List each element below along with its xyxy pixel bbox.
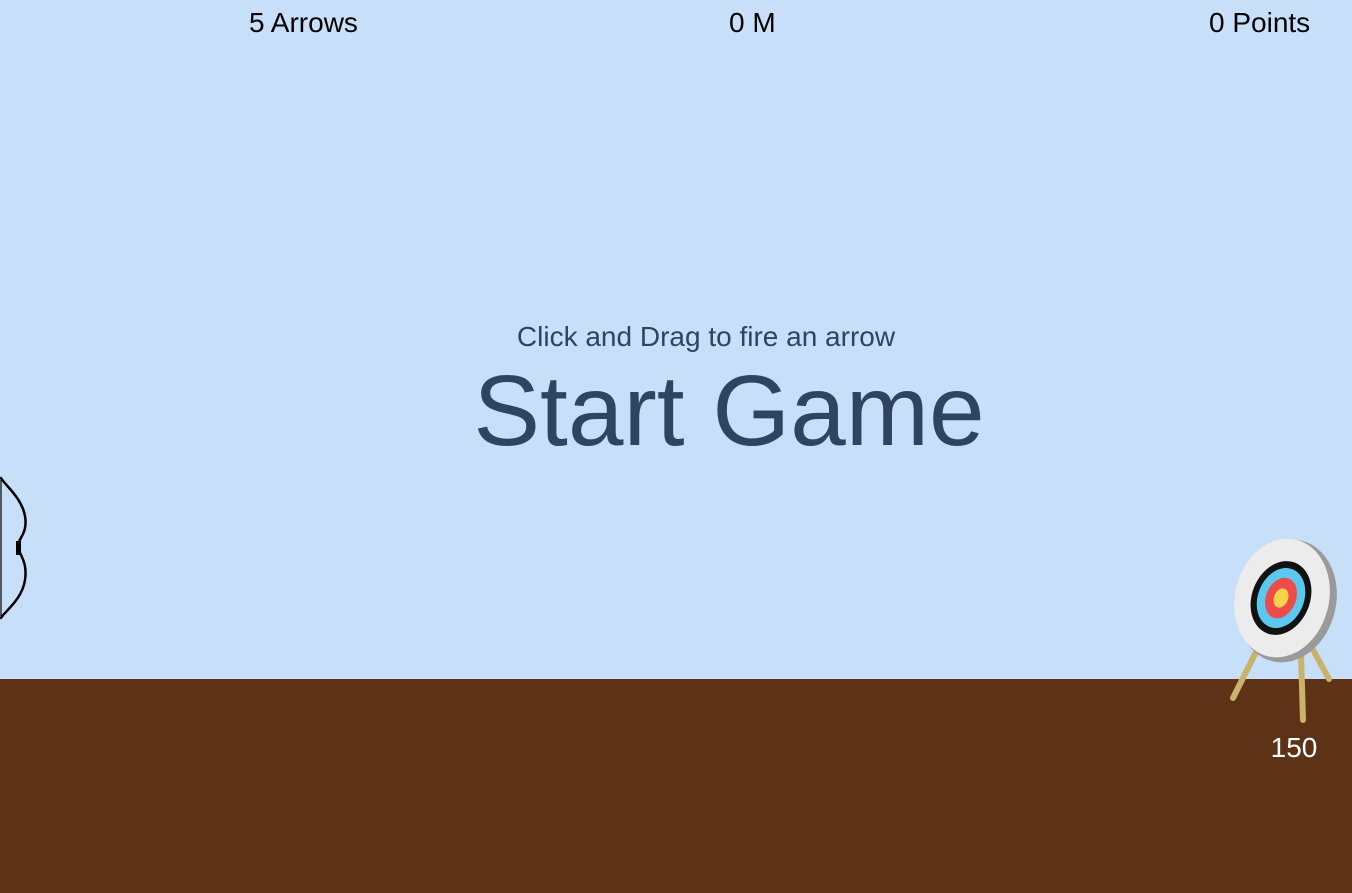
- target-leg-left: [1230, 647, 1260, 701]
- instructions-text: Click and Drag to fire an arrow: [516, 321, 896, 352]
- archery-target-icon: [1230, 538, 1337, 723]
- points-score: 0 Points: [1209, 7, 1311, 38]
- game-stage[interactable]: 5 Arrows 0 M 0 Points Click and Drag to …: [0, 0, 1352, 893]
- start-game-button[interactable]: Start Game: [470, 355, 988, 467]
- ground: [0, 679, 1352, 893]
- bow-icon[interactable]: [0, 476, 34, 622]
- distance-readout: 0 M: [729, 7, 776, 38]
- target-distance-label: 150: [1270, 732, 1318, 763]
- bow-grip: [16, 541, 21, 555]
- arrows-remaining: 5 Arrows: [249, 7, 358, 38]
- target-leg-right: [1308, 643, 1332, 682]
- target-leg-back: [1298, 651, 1306, 723]
- bow-limb: [0, 476, 27, 620]
